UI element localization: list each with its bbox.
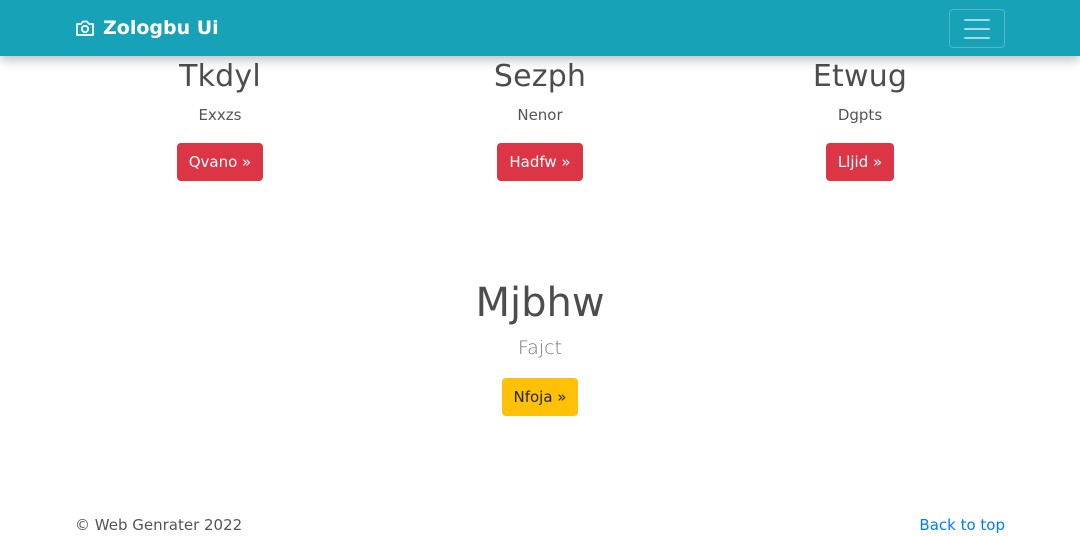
column-title: Tkdyl bbox=[179, 59, 261, 94]
navbar-toggler-button[interactable] bbox=[949, 9, 1005, 48]
feature-column: Tkdyl Exxzs Qvano » bbox=[60, 58, 380, 181]
copyright-text: © Web Genrater 2022 bbox=[75, 516, 243, 534]
column-text: Dgpts bbox=[837, 106, 883, 124]
column-text: Nenor bbox=[517, 106, 563, 124]
navbar: Zologbu Ui bbox=[0, 0, 1080, 56]
hero-title: Mjbhw bbox=[475, 280, 605, 326]
brand-link[interactable]: Zologbu Ui bbox=[75, 0, 219, 56]
feature-column: Sezph Nenor Hadfw » bbox=[380, 58, 700, 181]
hero-button[interactable]: Nfoja » bbox=[501, 378, 579, 416]
camera-icon bbox=[75, 19, 95, 37]
column-button[interactable]: Hadfw » bbox=[497, 143, 583, 181]
column-title: Sezph bbox=[493, 59, 587, 94]
hero-section: Mjbhw Fajct Nfoja » bbox=[0, 280, 1080, 416]
column-title: Etwug bbox=[812, 59, 908, 94]
back-to-top-link[interactable]: Back to top bbox=[919, 515, 1005, 535]
hero-text: Fajct bbox=[517, 337, 562, 359]
column-text: Exxzs bbox=[198, 106, 242, 124]
feature-column: Etwug Dgpts Lljid » bbox=[700, 58, 1020, 181]
hamburger-menu-icon bbox=[964, 18, 990, 39]
column-button[interactable]: Lljid » bbox=[825, 143, 895, 181]
column-button[interactable]: Qvano » bbox=[176, 143, 264, 181]
brand-label: Zologbu Ui bbox=[103, 17, 219, 39]
